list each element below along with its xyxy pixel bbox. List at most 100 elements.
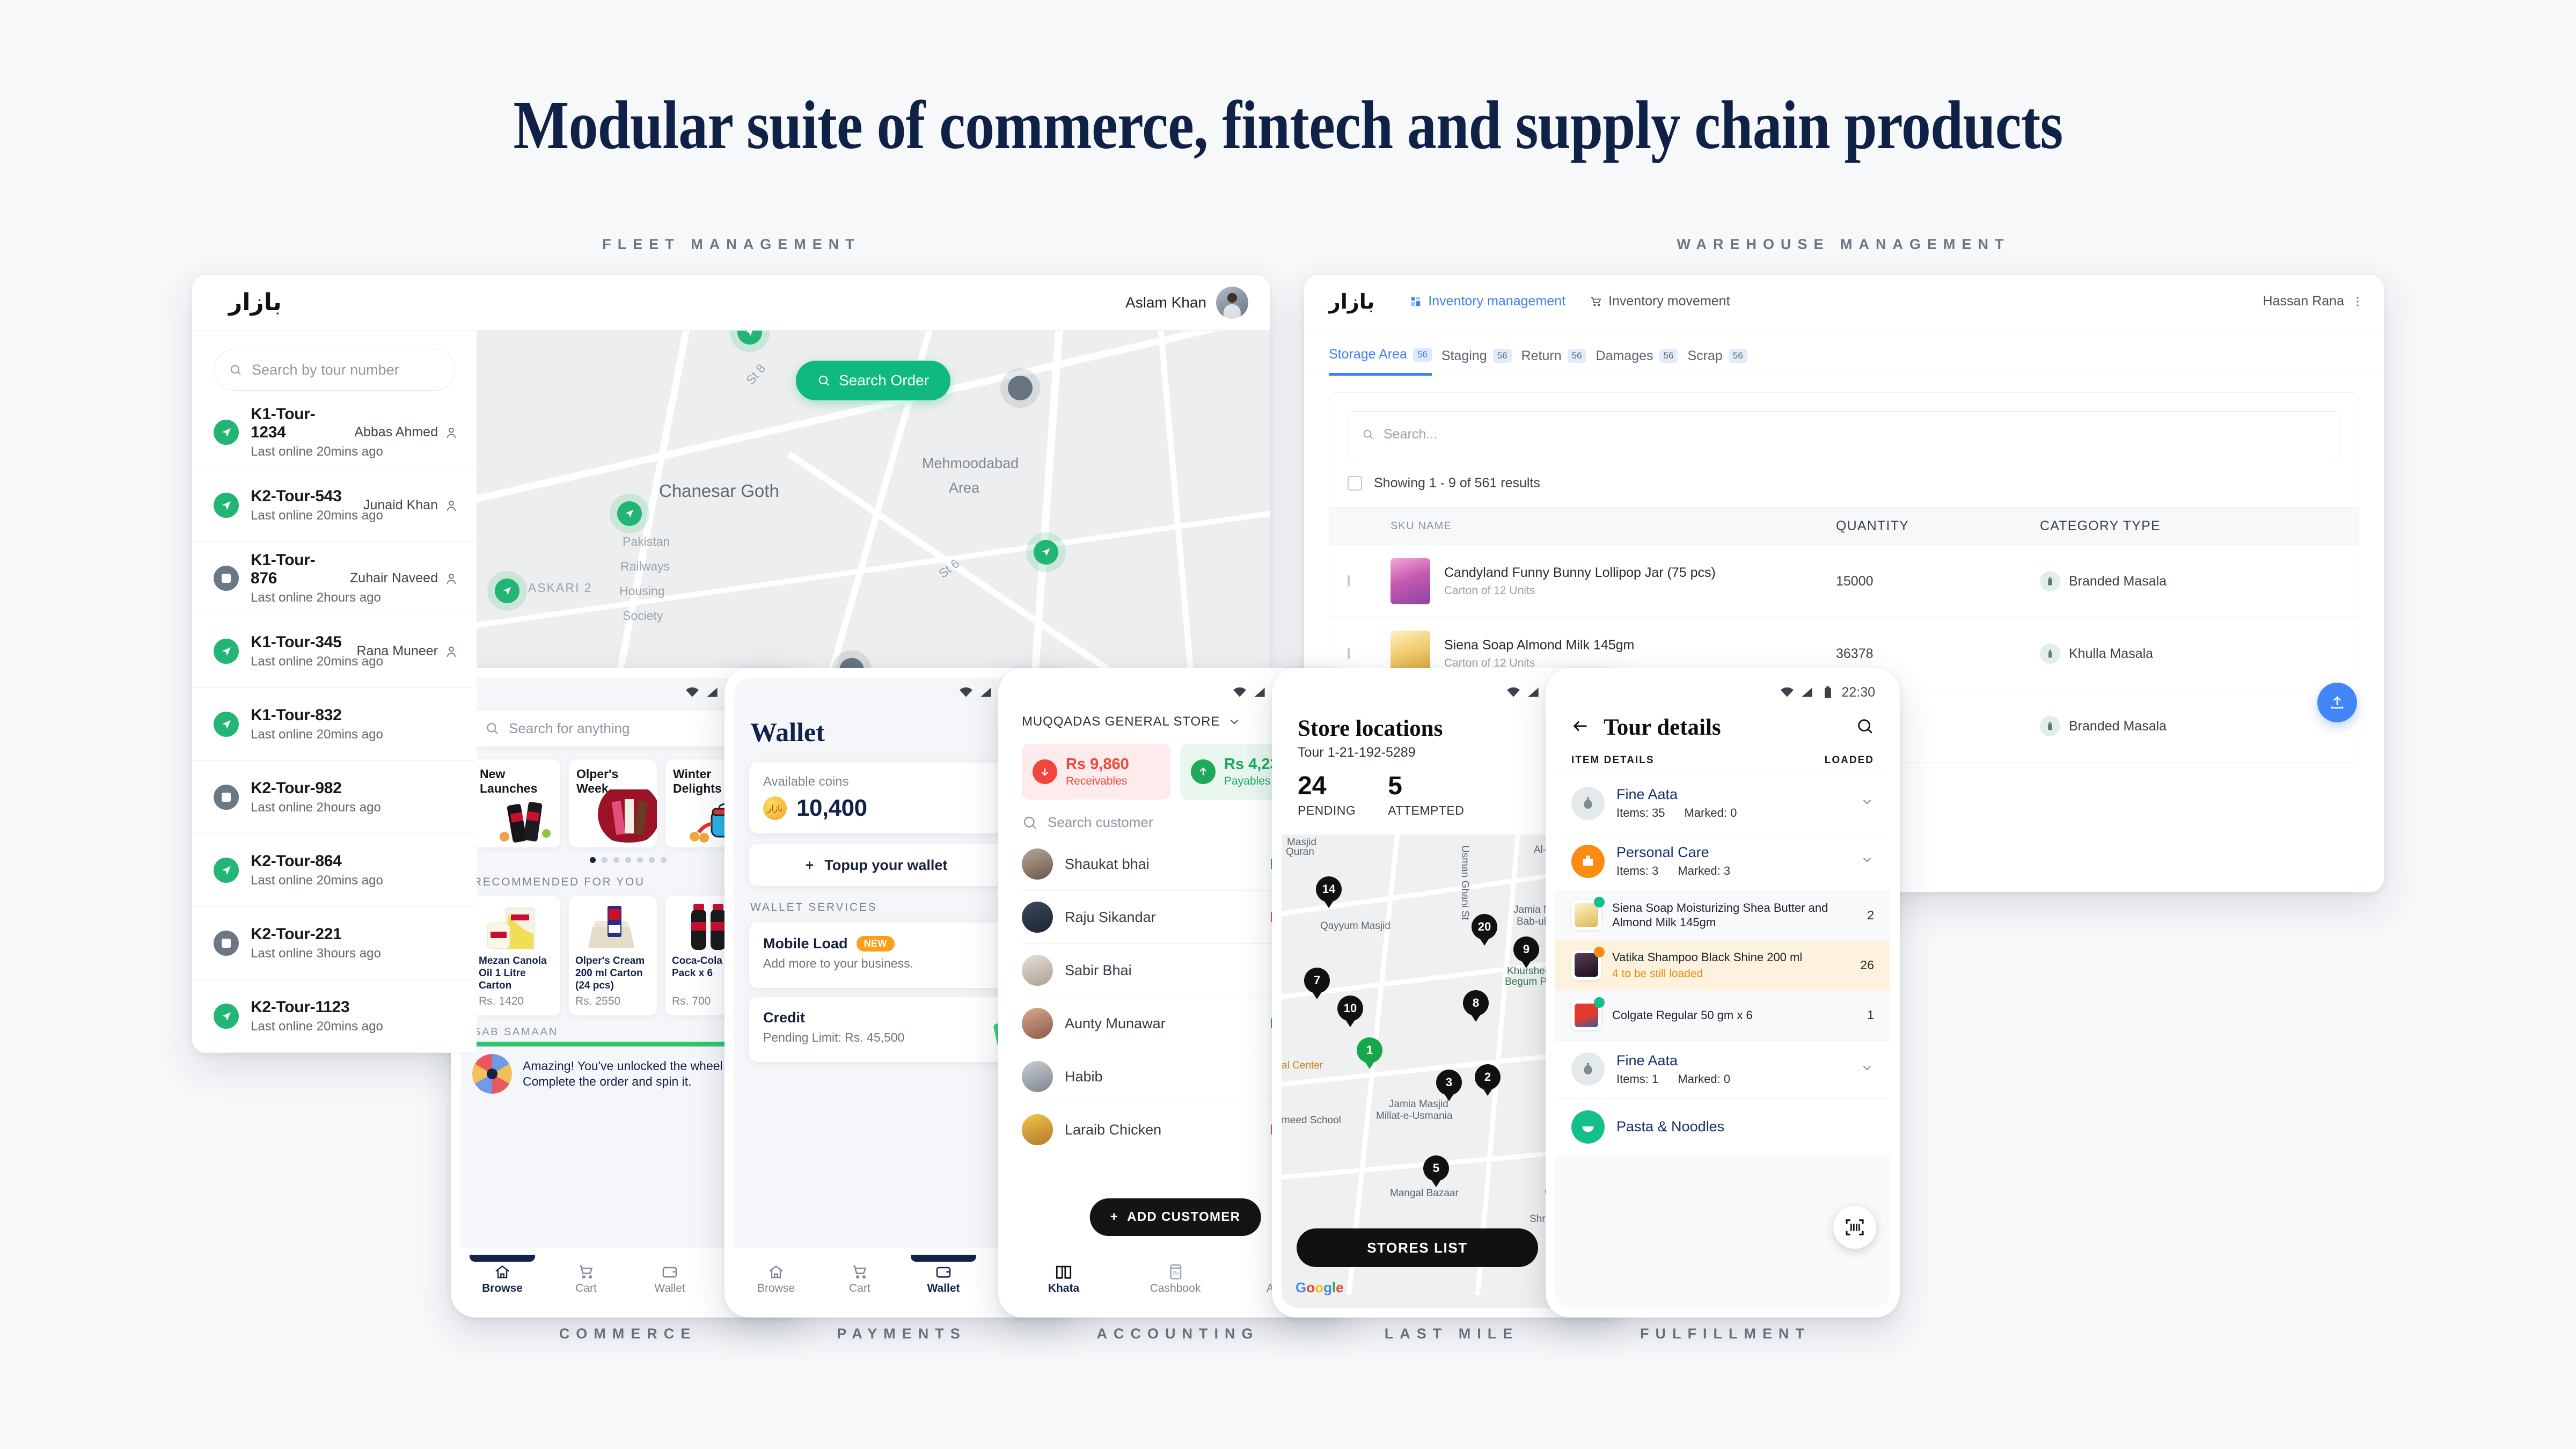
receivables-card[interactable]: Rs 9,860 Receivables [1022, 744, 1170, 800]
person-icon [447, 500, 456, 511]
map-pin[interactable]: 5 [1423, 1155, 1449, 1188]
search-order-button[interactable]: Search Order [795, 361, 951, 400]
bazaar-logo: بازار [229, 289, 282, 316]
fleet-user[interactable]: Aslam Khan [1125, 286, 1248, 319]
carousel-dot[interactable] [636, 857, 643, 863]
select-all-checkbox[interactable] [1348, 476, 1362, 491]
header-category-type: CATEGORY TYPE [2040, 518, 2161, 533]
warehouse-user[interactable]: Hassan Rana [2263, 294, 2359, 309]
nav-khata[interactable]: Khata [1008, 1262, 1119, 1295]
map-pin-vehicle[interactable] [617, 501, 642, 526]
map-pin[interactable]: 14 [1316, 876, 1342, 909]
chevron-down-icon[interactable] [1860, 795, 1874, 811]
nav-wallet[interactable]: Wallet [628, 1262, 712, 1295]
list-item[interactable]: K1-Tour-876 Last online 2hours ago Zuhai… [192, 542, 477, 615]
search-icon[interactable] [1856, 717, 1874, 738]
header-quantity: QUANTITY [1836, 518, 1909, 533]
tab-scrap[interactable]: Scrap 56 [1687, 347, 1747, 376]
list-item[interactable]: K2-Tour-982 Last online 2hours ago [192, 761, 477, 834]
product-card[interactable]: Olper's Cream 200 ml Carton (24 pcs) Rs.… [569, 896, 657, 1015]
carousel-dot[interactable] [660, 857, 667, 863]
tab-storage-area[interactable]: Storage Area 56 [1329, 347, 1432, 376]
product-price: Rs. 2550 [575, 995, 621, 1007]
nav-wallet[interactable]: Wallet [902, 1254, 985, 1295]
group-row[interactable]: Personal Care Items: 3 Marked: 3 [1555, 832, 1890, 890]
product-card[interactable]: Mezan Canola Oil 1 Litre Carton Rs. 1420 [472, 896, 560, 1015]
topup-label: Topup your wallet [824, 857, 948, 873]
customer-name: Habib [1065, 1068, 1103, 1085]
customer-search-placeholder[interactable]: Search customer [1048, 814, 1263, 831]
row-checkbox[interactable] [1348, 648, 1350, 659]
upload-fab-button[interactable] [2317, 683, 2357, 722]
row-checkbox[interactable] [1348, 575, 1350, 587]
chevron-down-icon[interactable] [1860, 853, 1874, 869]
nav-inventory-management[interactable]: Inventory management [1410, 294, 1565, 309]
chevron-down-icon[interactable] [1860, 1061, 1874, 1078]
promo-card[interactable]: Olper's Week [569, 759, 657, 847]
group-row[interactable]: Fine Aata Items: 1 Marked: 0 [1555, 1040, 1890, 1098]
kebab-menu-icon[interactable] [2356, 295, 2359, 308]
nav-browse[interactable]: Browse [460, 1254, 544, 1295]
item-row[interactable]: Vatika Shampoo Black Shine 200 ml 4 to b… [1555, 940, 1890, 990]
nav-inventory-movement[interactable]: Inventory movement [1590, 294, 1730, 309]
barcode-scan-button[interactable] [1833, 1206, 1876, 1249]
receivables-label: Receivables [1066, 775, 1128, 787]
fulfillment-header: Tour details ITEM DETAILS LOADED [1555, 707, 1890, 774]
product-thumbnail [1571, 947, 1605, 980]
table-row[interactable]: Candyland Funny Bunny Lollipop Jar (75 p… [1329, 545, 2359, 618]
available-coins-value: 10,400 [796, 795, 867, 821]
map-pin-vehicle[interactable] [495, 579, 519, 603]
topup-wallet-button[interactable]: + Topup your wallet [749, 844, 1004, 886]
map-pin-stopped[interactable] [1008, 376, 1033, 400]
search-icon[interactable] [1022, 815, 1038, 831]
nav-cart[interactable]: Cart [818, 1262, 902, 1295]
map-pin[interactable]: 3 [1436, 1070, 1462, 1102]
stores-list-button[interactable]: STORES LIST [1297, 1228, 1538, 1267]
promo-card[interactable]: New Launches [472, 759, 560, 847]
group-counts: Items: 3 Marked: 3 [1616, 864, 1730, 878]
active-indicator [911, 1254, 976, 1262]
map-pin[interactable]: 8 [1463, 990, 1489, 1022]
back-arrow-icon[interactable] [1571, 717, 1590, 738]
map-pin[interactable]: 9 [1513, 936, 1539, 969]
list-item[interactable]: K2-Tour-543 Last online 20mins ago Junai… [192, 469, 477, 542]
list-item[interactable]: K2-Tour-1123 Last online 20mins ago [192, 980, 477, 1053]
tour-search-input[interactable]: Search by tour number [214, 349, 455, 391]
warehouse-search-input[interactable]: Search... [1348, 411, 2340, 457]
carousel-dot[interactable] [625, 857, 631, 863]
tab-return[interactable]: Return 56 [1521, 347, 1586, 376]
tour-status: Last online 20mins ago [251, 508, 383, 523]
list-item[interactable]: K2-Tour-864 Last online 20mins ago [192, 834, 477, 907]
nav-cashbook[interactable]: Rs Cashbook [1119, 1262, 1231, 1295]
tab-damages[interactable]: Damages 56 [1596, 347, 1678, 376]
list-item[interactable]: K1-Tour-832 Last online 20mins ago [192, 688, 477, 761]
carousel-dot[interactable] [601, 857, 608, 863]
carousel-dot[interactable] [613, 857, 619, 863]
carousel-dot[interactable] [648, 857, 655, 863]
map-pin-vehicle[interactable] [1034, 540, 1058, 565]
nav-browse[interactable]: Browse [734, 1262, 818, 1295]
map-pin[interactable]: 20 [1472, 914, 1497, 946]
chevron-down-icon[interactable] [1227, 715, 1241, 729]
item-row[interactable]: Siena Soap Moisturizing Shea Butter and … [1555, 890, 1890, 940]
tab-staging[interactable]: Staging 56 [1441, 347, 1512, 376]
list-item[interactable]: K1-Tour-1234 Last online 20mins ago Abba… [192, 396, 477, 469]
search-input[interactable]: Search for anything [472, 710, 738, 747]
item-row[interactable]: Colgate Regular 50 gm x 6 1 [1555, 990, 1890, 1040]
carousel-dot[interactable] [589, 857, 596, 863]
stop-glyph [222, 939, 231, 948]
group-row[interactable]: Pasta & Noodles [1555, 1097, 1890, 1155]
barcode-icon [1846, 1219, 1864, 1235]
nav-cart[interactable]: Cart [544, 1262, 628, 1295]
group-row[interactable]: Fine Aata Items: 35 Marked: 0 [1555, 774, 1890, 832]
map-pin[interactable]: 7 [1304, 968, 1330, 1000]
person-icon [447, 427, 456, 438]
tour-id: K2-Tour-543 [251, 487, 342, 505]
list-item[interactable]: K2-Tour-221 Last online 3hours ago [192, 907, 477, 980]
map-pin[interactable]: 10 [1337, 996, 1363, 1028]
map-pin[interactable]: 1 [1357, 1037, 1382, 1070]
list-item[interactable]: K1-Tour-345 Last online 20mins ago Rana … [192, 615, 477, 688]
map-pin-vehicle[interactable] [737, 331, 762, 345]
map-pin[interactable]: 2 [1475, 1064, 1501, 1096]
add-customer-button[interactable]: + ADD CUSTOMER [1089, 1198, 1261, 1236]
